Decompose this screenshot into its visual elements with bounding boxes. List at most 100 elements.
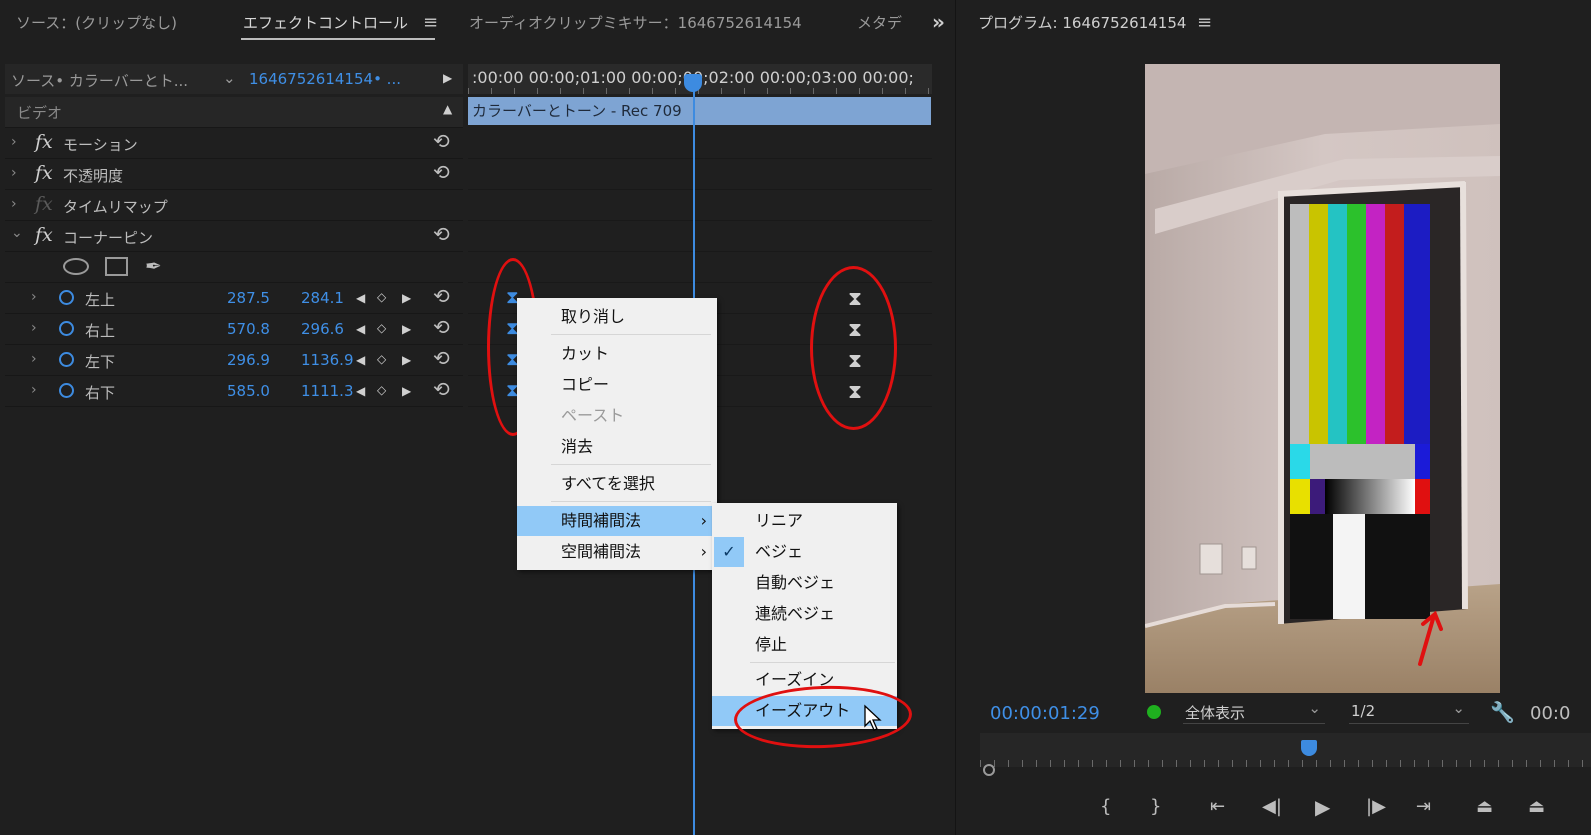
menu-item-temporal-interpolation[interactable]: 時間補間法 ›	[517, 506, 717, 536]
chevron-right-icon[interactable]: ›	[31, 289, 37, 305]
param-y-value[interactable]: 284.1	[301, 289, 344, 307]
menu-item-undo[interactable]: 取り消し	[517, 302, 717, 332]
reset-icon[interactable]: ⟲	[433, 346, 450, 370]
go-to-out-icon[interactable]: ⇥	[1416, 796, 1431, 817]
collapse-up-icon[interactable]: ▲	[443, 102, 452, 116]
prev-keyframe-icon[interactable]: ◀	[356, 291, 365, 305]
add-keyframe-icon[interactable]: ◇	[377, 321, 386, 335]
prev-keyframe-icon[interactable]: ◀	[356, 353, 365, 367]
resolution-select[interactable]: 1/2 ⌄	[1349, 699, 1469, 724]
pen-mask-icon[interactable]: ✒	[145, 254, 162, 278]
play-icon[interactable]: ▶	[1315, 795, 1330, 819]
go-to-in-icon[interactable]: ⇤	[1210, 796, 1225, 817]
panel-menu-icon[interactable]: ≡	[423, 12, 438, 33]
fx-icon[interactable]: fx	[35, 224, 53, 246]
chevron-right-icon[interactable]: ›	[11, 134, 17, 150]
param-x-value[interactable]: 570.8	[227, 320, 270, 338]
chevron-right-icon[interactable]: ›	[11, 165, 17, 181]
submenu-item-continuous-bezier[interactable]: 連続ベジェ	[712, 599, 897, 629]
fx-icon: fx	[35, 193, 53, 215]
extract-icon[interactable]: ⏏	[1528, 796, 1545, 817]
menu-item-cut[interactable]: カット	[517, 339, 717, 369]
reset-icon[interactable]: ⟲	[433, 377, 450, 401]
stopwatch-icon[interactable]	[59, 290, 74, 305]
param-y-value[interactable]: 296.6	[301, 320, 344, 338]
fx-icon[interactable]: fx	[35, 162, 53, 184]
scrubber-playhead[interactable]	[1301, 740, 1317, 756]
param-row-bottom-right[interactable]: › 右下 585.0 1111.3 ◀ ◇ ▶ ⟲	[5, 376, 463, 407]
prev-keyframe-icon[interactable]: ◀	[356, 322, 365, 336]
next-keyframe-icon[interactable]: ▶	[402, 322, 411, 336]
tab-audio-clip-mixer[interactable]: オーディオクリップミキサー：1646752614154	[469, 12, 802, 33]
menu-item-copy[interactable]: コピー	[517, 370, 717, 400]
menu-item-spatial-interpolation[interactable]: 空間補間法 ›	[517, 537, 717, 567]
submenu-item-auto-bezier[interactable]: 自動ベジェ	[712, 568, 897, 598]
next-keyframe-icon[interactable]: ▶	[402, 291, 411, 305]
reset-icon[interactable]: ⟲	[433, 284, 450, 308]
submenu-item-hold[interactable]: 停止	[712, 630, 897, 660]
chevron-down-icon[interactable]: ⌄	[11, 225, 23, 241]
tab-source[interactable]: ソース：(クリップなし)	[16, 12, 177, 33]
play-only-clip-icon[interactable]: ▶	[443, 71, 452, 85]
ruler-ticks	[468, 88, 932, 94]
rectangle-mask-icon[interactable]	[105, 257, 128, 276]
effect-row-corner-pin[interactable]: ⌄ fx コーナーピン ⟲	[5, 221, 463, 252]
next-keyframe-icon[interactable]: ▶	[402, 384, 411, 398]
add-keyframe-icon[interactable]: ◇	[377, 383, 386, 397]
annotation-ellipse	[810, 266, 897, 430]
chevron-right-icon[interactable]: ›	[31, 320, 37, 336]
param-y-value[interactable]: 1111.3	[301, 382, 354, 400]
playhead-handle[interactable]	[684, 74, 702, 92]
mouse-cursor-icon	[864, 704, 882, 731]
submenu-item-linear[interactable]: リニア	[712, 506, 897, 536]
add-keyframe-icon[interactable]: ◇	[377, 290, 386, 304]
zoom-handle-icon[interactable]	[983, 764, 995, 776]
reset-icon[interactable]: ⟲	[433, 222, 450, 246]
reset-icon[interactable]: ⟲	[433, 315, 450, 339]
menu-separator	[551, 334, 711, 335]
tab-metadata[interactable]: メタデ	[857, 12, 902, 33]
lift-icon[interactable]: ⏏	[1476, 796, 1493, 817]
menu-item-clear[interactable]: 消去	[517, 432, 717, 462]
next-keyframe-icon[interactable]: ▶	[402, 353, 411, 367]
param-x-value[interactable]: 296.9	[227, 351, 270, 369]
stopwatch-icon[interactable]	[59, 352, 74, 367]
playhead-timecode[interactable]: 00:00:01:29	[990, 703, 1100, 724]
submenu-item-bezier[interactable]: ✓ ベジェ	[712, 537, 897, 567]
effect-row-opacity[interactable]: › fx 不透明度 ⟲	[5, 159, 463, 190]
status-dot	[1147, 705, 1161, 719]
step-forward-icon[interactable]: |▶	[1366, 796, 1386, 817]
tab-effect-controls[interactable]: エフェクトコントロール	[243, 12, 408, 33]
ellipse-mask-icon[interactable]	[63, 258, 89, 275]
stopwatch-icon[interactable]	[59, 383, 74, 398]
clip-bar[interactable]: カラーバーとトーン - Rec 709	[468, 97, 931, 125]
chevron-right-icon[interactable]: ›	[11, 196, 17, 212]
wrench-icon[interactable]: 🔧	[1490, 700, 1515, 724]
fx-icon[interactable]: fx	[35, 131, 53, 153]
effect-row-time-remap[interactable]: › fx タイムリマップ	[5, 190, 463, 221]
stopwatch-icon[interactable]	[59, 321, 74, 336]
param-y-value[interactable]: 1136.9	[301, 351, 354, 369]
param-row-top-left[interactable]: › 左上 287.5 284.1 ◀ ◇ ▶ ⟲	[5, 283, 463, 314]
add-keyframe-icon[interactable]: ◇	[377, 352, 386, 366]
param-row-top-right[interactable]: › 右上 570.8 296.6 ◀ ◇ ▶ ⟲	[5, 314, 463, 345]
mark-out-icon[interactable]: }	[1150, 796, 1161, 817]
step-back-icon[interactable]: ◀|	[1262, 796, 1282, 817]
sequence-selector[interactable]: 1646752614154• ...	[249, 70, 401, 88]
panel-menu-icon[interactable]: ≡	[1197, 12, 1212, 33]
menu-item-select-all[interactable]: すべてを選択	[517, 469, 717, 499]
prev-keyframe-icon[interactable]: ◀	[356, 384, 365, 398]
mark-in-icon[interactable]: {	[1100, 796, 1111, 817]
video-preview	[1145, 64, 1500, 693]
param-x-value[interactable]: 585.0	[227, 382, 270, 400]
overflow-tabs-icon[interactable]: »	[932, 10, 945, 34]
effect-row-motion[interactable]: › fx モーション ⟲	[5, 128, 463, 159]
chevron-right-icon[interactable]: ›	[31, 382, 37, 398]
chevron-down-icon[interactable]: ⌄	[223, 69, 236, 87]
zoom-select[interactable]: 全体表示 ⌄	[1183, 699, 1325, 724]
param-x-value[interactable]: 287.5	[227, 289, 270, 307]
reset-icon[interactable]: ⟲	[433, 160, 450, 184]
chevron-right-icon[interactable]: ›	[31, 351, 37, 367]
reset-icon[interactable]: ⟲	[433, 129, 450, 153]
param-row-bottom-left[interactable]: › 左下 296.9 1136.9 ◀ ◇ ▶ ⟲	[5, 345, 463, 376]
